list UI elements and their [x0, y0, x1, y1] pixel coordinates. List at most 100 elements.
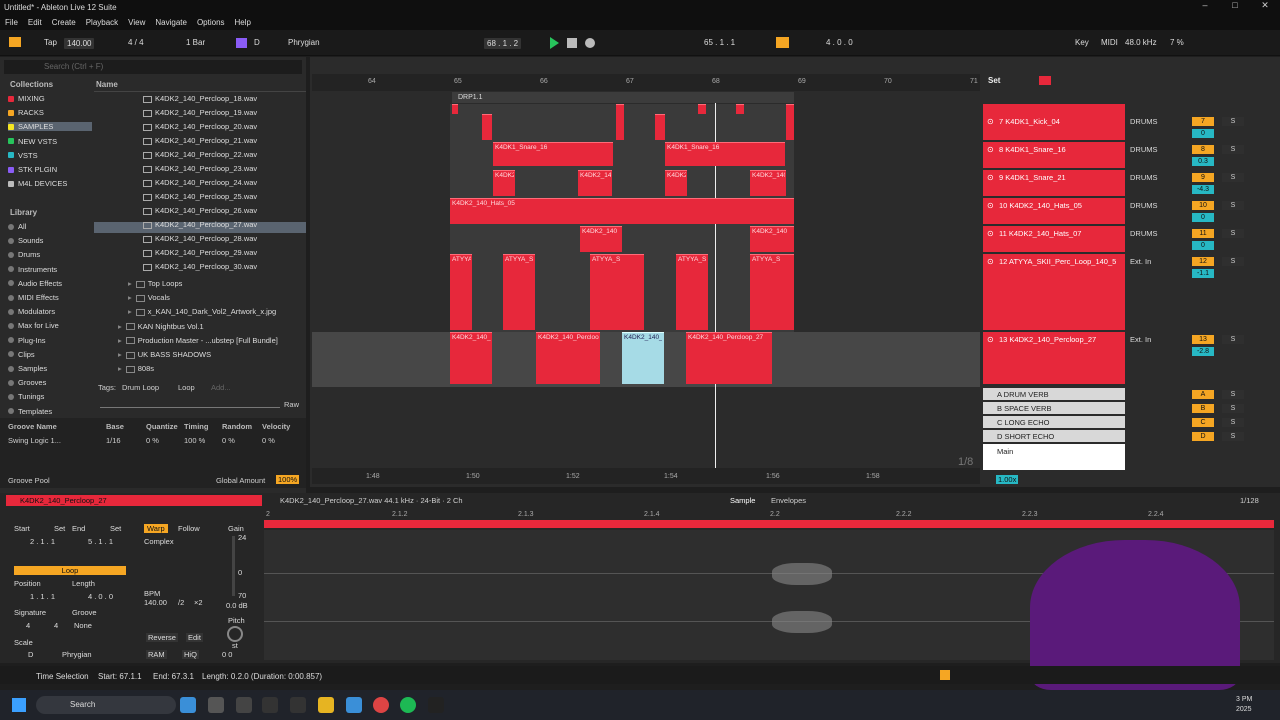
- file-item[interactable]: K4DK2_140_Percloop_28.wav: [143, 234, 257, 243]
- menu-navigate[interactable]: Navigate: [150, 18, 192, 27]
- double-button[interactable]: ×2: [194, 598, 203, 607]
- track-volume[interactable]: 0: [1192, 129, 1214, 138]
- arrangement-clip[interactable]: K4DK1_Snare_16: [493, 142, 613, 166]
- loop-brace[interactable]: [452, 92, 794, 103]
- play-icon[interactable]: [550, 37, 559, 49]
- grid-fraction[interactable]: 1/8: [958, 456, 973, 468]
- track-number[interactable]: 12: [1192, 257, 1214, 266]
- quantize-menu[interactable]: 1 Bar: [186, 38, 205, 47]
- groove-cell[interactable]: Swing Logic 1...: [8, 436, 61, 445]
- return-letter[interactable]: C: [1192, 418, 1214, 427]
- scale-select[interactable]: Phrygian: [288, 38, 320, 47]
- arrangement-clip[interactable]: ATYYA_S: [450, 254, 472, 330]
- collection-new-vsts[interactable]: NEW VSTS: [8, 137, 57, 146]
- epic-icon[interactable]: [208, 697, 224, 713]
- fold-icon[interactable]: ⊙: [987, 173, 994, 182]
- track-number[interactable]: 8: [1192, 145, 1214, 154]
- library-clips[interactable]: Clips: [8, 350, 35, 359]
- detune-value[interactable]: 0 0: [222, 650, 232, 659]
- tab-sample[interactable]: Sample: [730, 496, 755, 505]
- track-volume[interactable]: -4.3: [1192, 185, 1214, 194]
- tag-loop[interactable]: Loop: [178, 383, 195, 392]
- solo-button[interactable]: S: [1222, 257, 1244, 266]
- track-header[interactable]: ⊙ 11 K4DK2_140_Hats_07: [983, 226, 1125, 252]
- arrangement-clip[interactable]: ATYYA_S: [503, 254, 535, 330]
- raw-toggle[interactable]: Raw: [284, 400, 299, 409]
- fold-icon[interactable]: ⊙: [987, 145, 994, 154]
- solo-button[interactable]: S: [1222, 390, 1244, 399]
- stop-icon[interactable]: [567, 38, 577, 48]
- bpm-value[interactable]: 140.00: [144, 598, 167, 607]
- folder-item[interactable]: ▸ KAN Nightbus Vol.1: [118, 322, 204, 331]
- global-amount-value[interactable]: 100%: [276, 475, 300, 484]
- return-track[interactable]: A DRUM VERB: [983, 388, 1125, 400]
- library-instruments[interactable]: Instruments: [8, 265, 57, 274]
- fold-icon[interactable]: ⊙: [987, 229, 994, 238]
- edit-button[interactable]: Edit: [186, 633, 203, 642]
- arrangement-clip[interactable]: [655, 114, 665, 140]
- library-templates[interactable]: Templates: [8, 407, 52, 416]
- file-item[interactable]: K4DK2_140_Percloop_26.wav: [143, 206, 257, 215]
- menu-file[interactable]: File: [0, 18, 23, 27]
- track-number[interactable]: 9: [1192, 173, 1214, 182]
- ableton-icon[interactable]: [262, 697, 278, 713]
- track-volume[interactable]: 0.3: [1192, 157, 1214, 166]
- time-signature[interactable]: 4 / 4: [128, 38, 144, 47]
- arrangement-clip[interactable]: [786, 104, 794, 140]
- track-volume[interactable]: -2.8: [1192, 347, 1214, 356]
- file-item[interactable]: K4DK2_140_Percloop_21.wav: [143, 136, 257, 145]
- library-plug-ins[interactable]: Plug-Ins: [8, 336, 46, 345]
- folder-item[interactable]: ▸ 808s: [118, 364, 154, 373]
- return-letter[interactable]: B: [1192, 404, 1214, 413]
- arrangement-clip[interactable]: K4DK2_140_Hats_05: [450, 198, 794, 224]
- maximize-button[interactable]: □: [1220, 0, 1250, 10]
- collection-racks[interactable]: RACKS: [8, 108, 44, 117]
- file-item[interactable]: K4DK2_140_Percloop_23.wav: [143, 164, 257, 173]
- steam-icon[interactable]: [236, 697, 252, 713]
- length-value[interactable]: 4 . 0 . 0: [88, 592, 113, 601]
- solo-button[interactable]: S: [1222, 335, 1244, 344]
- reverse-button[interactable]: Reverse: [146, 633, 178, 642]
- end-value[interactable]: 5 . 1 . 1: [88, 537, 113, 546]
- groove-cell[interactable]: 0 %: [146, 436, 159, 445]
- browser-toggle-icon[interactable]: [9, 37, 21, 47]
- return-track[interactable]: D SHORT ECHO: [983, 430, 1125, 442]
- gain-value[interactable]: 0.0 dB: [226, 601, 248, 610]
- start-set[interactable]: Set: [54, 524, 65, 533]
- end-set[interactable]: Set: [110, 524, 121, 533]
- loop-start[interactable]: 65 . 1 . 1: [704, 38, 735, 47]
- menu-help[interactable]: Help: [230, 18, 256, 27]
- scale-name[interactable]: Phrygian: [62, 650, 92, 659]
- groove-cell[interactable]: 100 %: [184, 436, 205, 445]
- loop-length[interactable]: 4 . 0 . 0: [826, 38, 853, 47]
- file-item[interactable]: K4DK2_140_Percloop_27.wav: [143, 220, 257, 229]
- library-samples[interactable]: Samples: [8, 364, 47, 373]
- follow-button[interactable]: Follow: [178, 524, 200, 533]
- browser-search[interactable]: Search (Ctrl + F): [4, 60, 302, 74]
- file-item[interactable]: K4DK2_140_Percloop_29.wav: [143, 248, 257, 257]
- copilot-icon[interactable]: [180, 697, 196, 713]
- grid-setting[interactable]: 1/128: [1240, 496, 1259, 505]
- solo-button[interactable]: S: [1222, 404, 1244, 413]
- track-input-routing[interactable]: DRUMS: [1130, 229, 1158, 238]
- folder-item[interactable]: ▸ Top Loops: [128, 279, 182, 288]
- locator[interactable]: DRP1.1: [458, 94, 483, 101]
- spotify-icon[interactable]: [400, 697, 416, 713]
- track-number[interactable]: 11: [1192, 229, 1214, 238]
- name-column-header[interactable]: Name: [96, 80, 118, 89]
- ram-button[interactable]: RAM: [146, 650, 167, 659]
- arrangement-clip[interactable]: [452, 104, 458, 114]
- song-position[interactable]: 68 . 1 . 2: [484, 38, 522, 49]
- library-max-for-live[interactable]: Max for Live: [8, 321, 59, 330]
- half-button[interactable]: /2: [178, 598, 184, 607]
- track-number[interactable]: 10: [1192, 201, 1214, 210]
- solo-button[interactable]: S: [1222, 173, 1244, 182]
- library-sounds[interactable]: Sounds: [8, 236, 43, 245]
- return-track[interactable]: B SPACE VERB: [983, 402, 1125, 414]
- loop-switch-icon[interactable]: [776, 37, 789, 48]
- track-input-routing[interactable]: Ext. In: [1130, 335, 1151, 344]
- record-arm-icon[interactable]: [1039, 76, 1051, 85]
- solo-button[interactable]: S: [1222, 117, 1244, 126]
- library-all[interactable]: All: [8, 222, 26, 231]
- file-item[interactable]: K4DK2_140_Percloop_19.wav: [143, 108, 257, 117]
